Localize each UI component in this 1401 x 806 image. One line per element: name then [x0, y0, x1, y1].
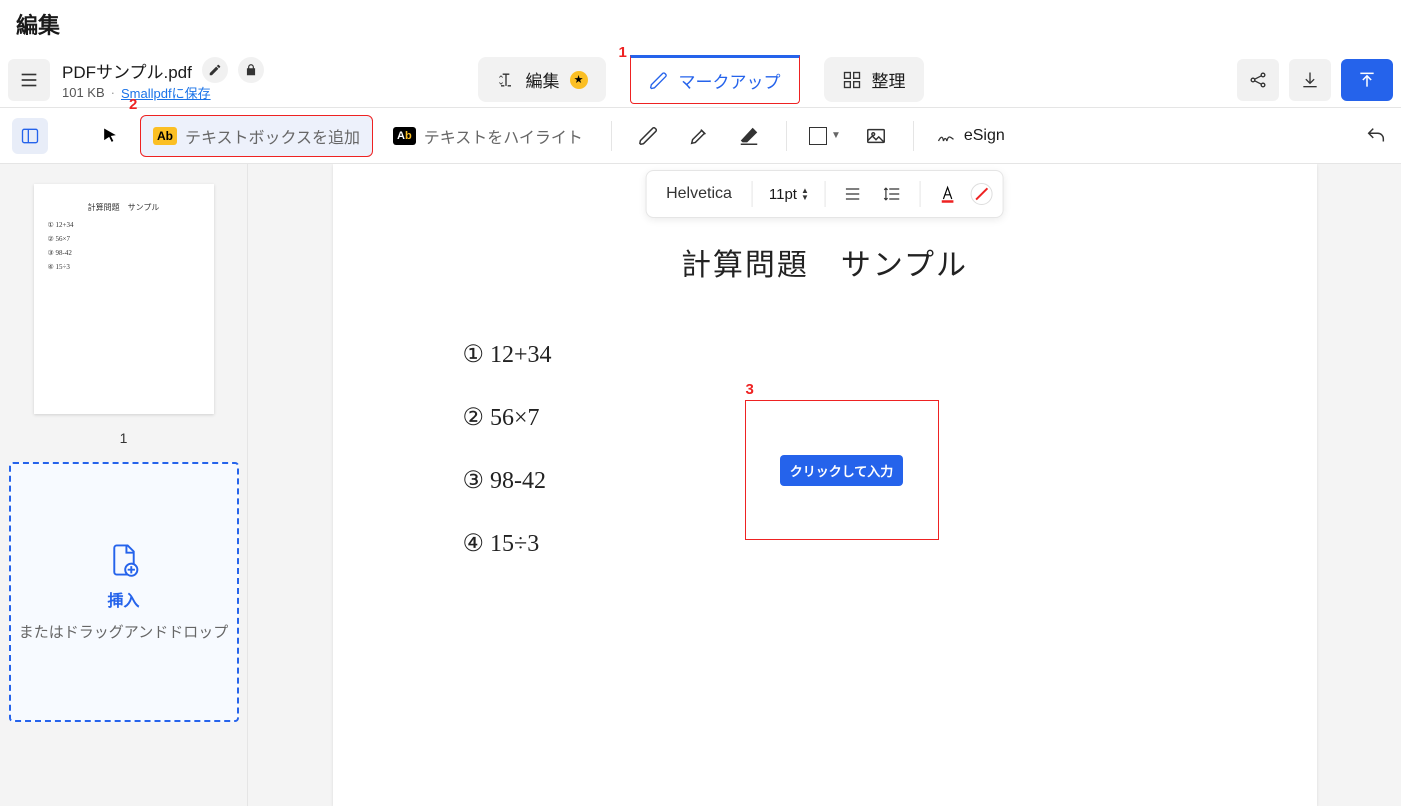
freehand-draw-tool[interactable]	[628, 115, 670, 157]
image-icon	[865, 125, 887, 147]
font-size-stepper[interactable]: 11pt ▲▼	[763, 182, 815, 207]
ab-badge-icon: Ab	[153, 127, 177, 145]
highlighter-tool[interactable]	[678, 115, 720, 157]
thumb-line: ① 12+34	[48, 221, 200, 229]
divider	[752, 181, 753, 207]
eraser-tool[interactable]	[728, 115, 770, 157]
divider	[920, 181, 921, 207]
insert-page-dropzone[interactable]: 挿入 またはドラッグアンドドロップ	[9, 462, 239, 722]
tab-markup-label: マークアップ	[679, 68, 781, 93]
lock-button[interactable]	[238, 57, 264, 83]
line-spacing-tool[interactable]	[876, 177, 910, 211]
file-info: PDFサンプル.pdf 101 KB · Smallpdfに保存	[62, 57, 264, 102]
insert-subtitle: またはドラッグアンドドロップ	[19, 621, 228, 642]
highlighter-icon	[688, 125, 710, 147]
highlight-label: テキストをハイライト	[424, 124, 583, 148]
tab-edit-label: 編集	[526, 67, 560, 92]
select-tool[interactable]	[88, 118, 132, 154]
tab-edit[interactable]: 編集 ★	[478, 57, 606, 102]
hamburger-icon	[18, 69, 40, 91]
panel-icon	[20, 126, 40, 146]
thumb-line: ③ 98-42	[48, 249, 200, 257]
add-page-icon	[109, 543, 139, 577]
cursor-icon	[100, 126, 120, 146]
separator-dot: ·	[111, 85, 115, 100]
undo-button[interactable]	[1355, 115, 1397, 157]
pencil-icon	[208, 63, 222, 77]
menu-button[interactable]	[8, 59, 50, 101]
mode-tabs: 編集 ★ 1 マークアップ 整理	[478, 55, 924, 104]
export-button[interactable]	[1341, 59, 1393, 101]
font-select[interactable]: Helvetica	[656, 181, 742, 207]
workspace: 計算問題 サンプル ① 12+34 ② 56×7 ③ 98-42 ④ 15÷3 …	[0, 164, 1401, 806]
pencil-outline-icon	[649, 71, 669, 91]
download-icon	[1300, 70, 1320, 90]
callout-1: 1	[619, 44, 627, 61]
problem-line: ① 12+34	[463, 340, 1317, 369]
square-icon	[809, 127, 827, 145]
add-textbox-tool[interactable]: 2 Ab テキストボックスを追加	[140, 115, 373, 157]
thumbnail-sidebar: 計算問題 サンプル ① 12+34 ② 56×7 ③ 98-42 ④ 15÷3 …	[0, 164, 248, 806]
share-button[interactable]	[1237, 59, 1279, 101]
highlight-badge-icon: Ab	[393, 127, 416, 145]
file-size: 101 KB	[62, 85, 105, 100]
text-color-tool[interactable]	[931, 177, 965, 211]
esign-tool[interactable]: eSign	[930, 120, 1011, 152]
text-format-bar: Helvetica 11pt ▲▼	[645, 170, 1004, 218]
upload-icon	[1357, 70, 1377, 90]
highlight-tool[interactable]: Ab テキストをハイライト	[381, 116, 595, 156]
download-button[interactable]	[1289, 59, 1331, 101]
new-textbox-annotation[interactable]: 3 クリックして入力	[745, 400, 939, 540]
text-edit-icon	[496, 70, 516, 90]
esign-label: eSign	[964, 127, 1005, 145]
add-textbox-label: テキストボックスを追加	[185, 124, 360, 148]
rename-button[interactable]	[202, 57, 228, 83]
signature-icon	[936, 126, 956, 146]
file-name: PDFサンプル.pdf	[62, 58, 192, 83]
thumb-title: 計算問題 サンプル	[48, 202, 200, 213]
align-icon	[843, 184, 863, 204]
callout-2: 2	[129, 96, 137, 113]
panel-toggle-button[interactable]	[12, 118, 48, 154]
tab-organize[interactable]: 整理	[824, 57, 924, 102]
chevron-down-icon: ▼	[831, 130, 841, 141]
pencil-icon	[638, 125, 660, 147]
divider	[913, 121, 914, 151]
line-spacing-icon	[883, 184, 903, 204]
shape-tool[interactable]: ▼	[803, 121, 847, 151]
page-thumbnail[interactable]: 計算問題 サンプル ① 12+34 ② 56×7 ③ 98-42 ④ 15÷3	[34, 184, 214, 414]
grid-icon	[842, 70, 862, 90]
divider	[825, 181, 826, 207]
text-color-icon	[938, 184, 958, 204]
pdf-page[interactable]: Helvetica 11pt ▲▼ 計算問題 サン	[333, 164, 1317, 806]
star-badge-icon: ★	[570, 71, 588, 89]
divider	[786, 121, 787, 151]
callout-3: 3	[746, 381, 754, 398]
page-heading: 編集	[0, 0, 1401, 52]
tab-organize-label: 整理	[872, 67, 906, 92]
thumb-line: ④ 15÷3	[48, 263, 200, 271]
canvas[interactable]: Helvetica 11pt ▲▼ 計算問題 サン	[248, 164, 1401, 806]
page-number: 1	[120, 430, 128, 446]
font-size-value: 11pt	[769, 186, 797, 203]
share-icon	[1248, 70, 1268, 90]
no-fill-tool[interactable]	[971, 183, 993, 205]
lock-icon	[244, 63, 258, 77]
undo-icon	[1365, 125, 1387, 147]
topbar: PDFサンプル.pdf 101 KB · Smallpdfに保存 編集 ★ 1 …	[0, 52, 1401, 108]
align-tool[interactable]	[836, 177, 870, 211]
divider	[611, 121, 612, 151]
markup-toolbar: 2 Ab テキストボックスを追加 Ab テキストをハイライト ▼ eSign	[0, 108, 1401, 164]
textbox-placeholder-pill[interactable]: クリックして入力	[780, 455, 904, 486]
thumb-line: ② 56×7	[48, 235, 200, 243]
topbar-actions	[1237, 59, 1393, 101]
insert-title: 挿入	[107, 587, 139, 611]
tab-markup[interactable]: 1 マークアップ	[630, 55, 800, 104]
image-tool[interactable]	[855, 115, 897, 157]
stepper-arrows-icon: ▲▼	[801, 187, 809, 201]
document-title: 計算問題 サンプル	[333, 240, 1317, 284]
eraser-icon	[738, 125, 760, 147]
